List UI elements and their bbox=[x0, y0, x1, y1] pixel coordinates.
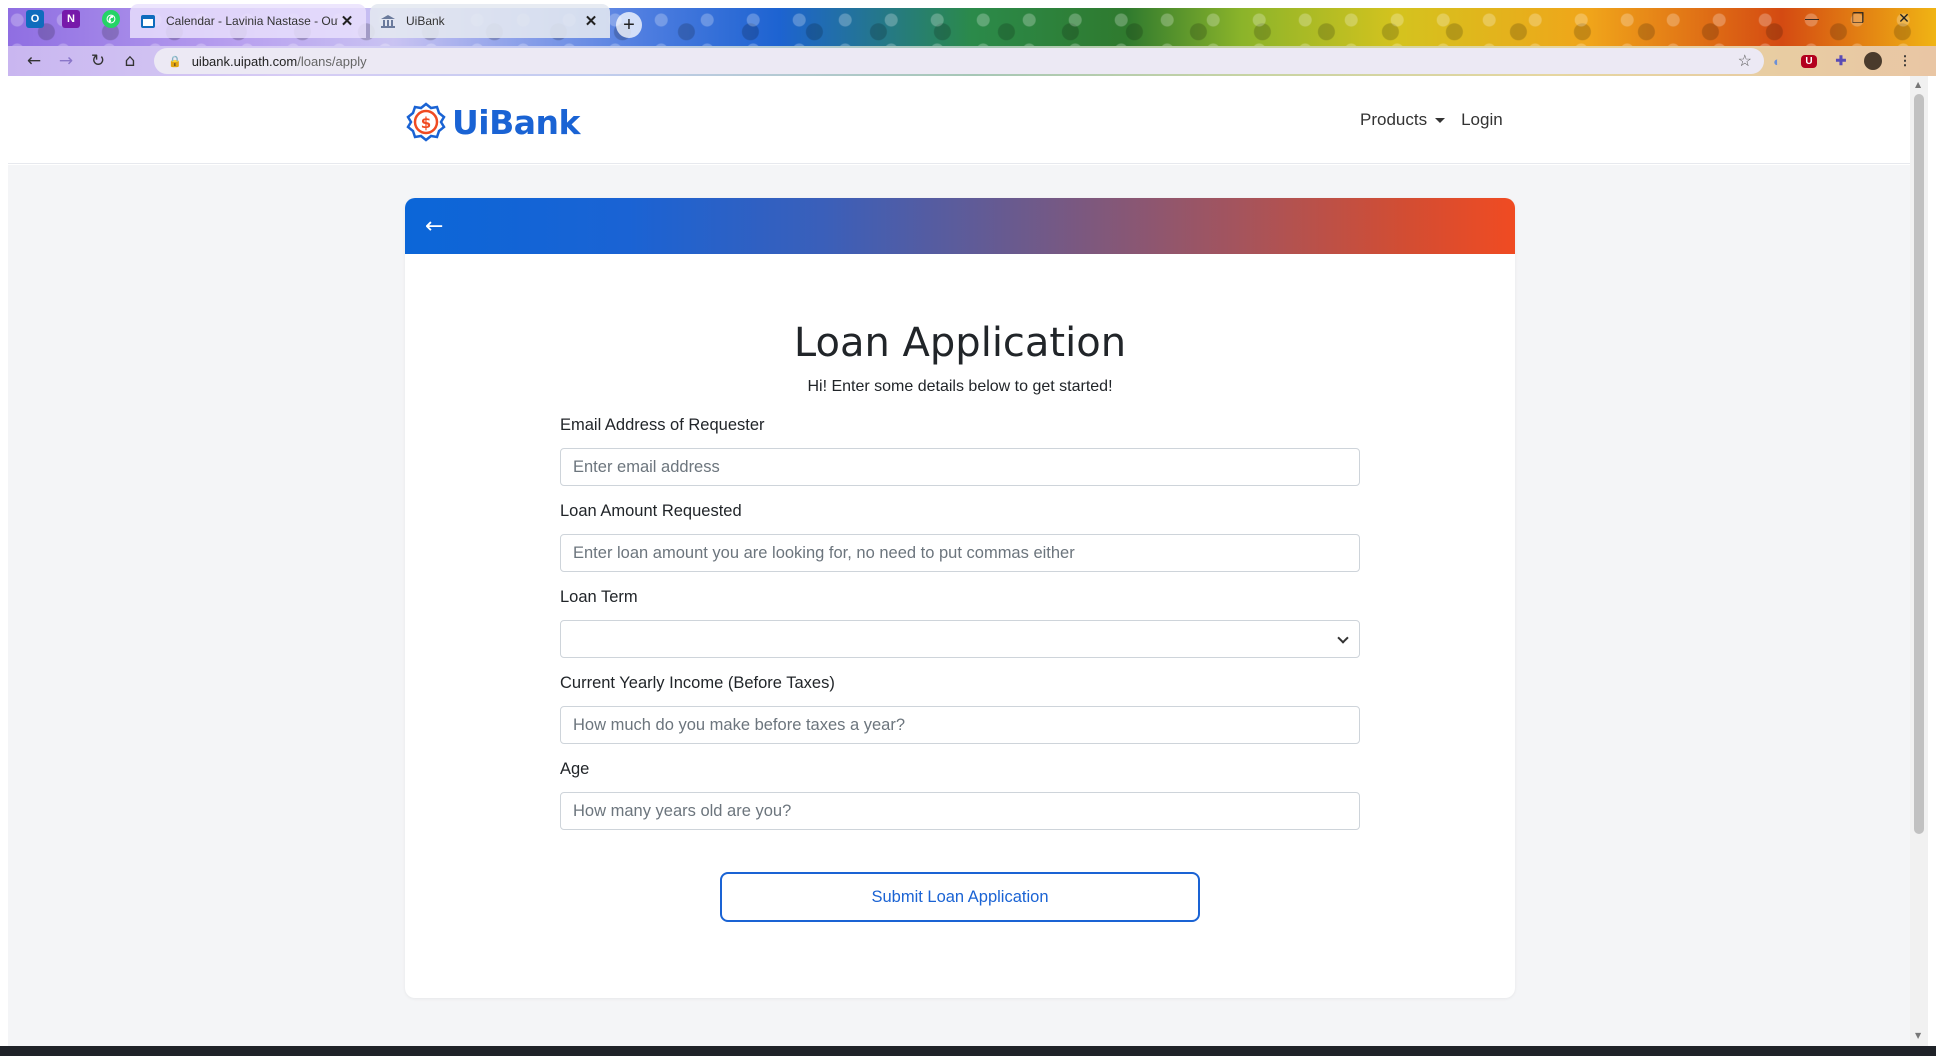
back-icon[interactable]: ← bbox=[18, 51, 50, 71]
nav-links: Products Login bbox=[1360, 110, 1503, 130]
calendar-icon bbox=[141, 15, 155, 28]
svg-text:$: $ bbox=[421, 114, 431, 132]
avatar[interactable] bbox=[1862, 50, 1884, 72]
pinned-tab-onenote[interactable]: N bbox=[58, 6, 84, 32]
url-path: /loans/apply bbox=[297, 53, 367, 69]
loan-application-card: ← Loan Application Hi! Enter some detail… bbox=[405, 198, 1515, 998]
address-bar[interactable]: 🔒 uibank.uipath.com/loans/apply ☆ bbox=[154, 48, 1764, 74]
outlook-icon: O bbox=[26, 10, 44, 28]
extension-icon[interactable]: ◐ bbox=[1766, 50, 1788, 72]
minimize-button[interactable]: — bbox=[1792, 10, 1832, 26]
age-field[interactable] bbox=[560, 792, 1360, 830]
brand-logo[interactable]: $ UiBank bbox=[406, 102, 580, 142]
age-label: Age bbox=[560, 760, 590, 778]
scrollbar-thumb[interactable] bbox=[1914, 94, 1924, 834]
puzzle-icon[interactable]: ✚ bbox=[1830, 50, 1852, 72]
new-tab-button[interactable]: + bbox=[616, 12, 642, 38]
bank-icon bbox=[381, 15, 395, 28]
tab-title: UiBank bbox=[406, 14, 445, 28]
browser-toolbar: ← → ↻ ⌂ 🔒 uibank.uipath.com/loans/apply … bbox=[8, 46, 1936, 76]
page-title: Loan Application bbox=[793, 320, 1127, 366]
nav-products[interactable]: Products bbox=[1360, 110, 1446, 130]
scroll-up-icon[interactable]: ▲ bbox=[1915, 80, 1921, 89]
income-field[interactable] bbox=[560, 706, 1360, 744]
submit-loan-button[interactable]: Submit Loan Application bbox=[720, 872, 1200, 922]
products-label: Products bbox=[1360, 110, 1428, 129]
email-label: Email Address of Requester bbox=[560, 416, 765, 434]
onenote-icon: N bbox=[62, 10, 80, 28]
app-navbar: $ UiBank Products Login bbox=[8, 76, 1910, 164]
dollar-badge-icon: $ bbox=[406, 102, 446, 142]
reload-icon[interactable]: ↻ bbox=[82, 51, 114, 71]
tab-calendar[interactable]: Calendar - Lavinia Nastase - Outl ✕ bbox=[130, 4, 366, 38]
email-field[interactable] bbox=[560, 448, 1360, 486]
page-scrollbar[interactable]: ▲ ▼ bbox=[1910, 76, 1928, 1046]
loan-term-label: Loan Term bbox=[560, 588, 638, 606]
caret-down-icon bbox=[1435, 118, 1446, 124]
scroll-down-icon[interactable]: ▼ bbox=[1915, 1031, 1921, 1040]
home-icon[interactable]: ⌂ bbox=[114, 51, 146, 71]
income-label: Current Yearly Income (Before Taxes) bbox=[560, 674, 835, 692]
card-header: ← bbox=[405, 198, 1515, 254]
url-host: uibank.uipath.com bbox=[191, 53, 298, 69]
loan-term-select[interactable] bbox=[560, 620, 1360, 658]
menu-kebab-icon[interactable]: ⋮ bbox=[1894, 50, 1916, 72]
tab-uibank[interactable]: UiBank ✕ bbox=[370, 4, 610, 38]
pinned-tab-whatsapp[interactable]: ✆ bbox=[98, 6, 124, 32]
chevron-down-icon bbox=[1337, 632, 1349, 644]
nav-login[interactable]: Login bbox=[1461, 110, 1503, 130]
ublock-icon[interactable]: U bbox=[1801, 54, 1817, 68]
page-subtitle: Hi! Enter some details below to get star… bbox=[807, 378, 1113, 395]
loan-amount-field[interactable] bbox=[560, 534, 1360, 572]
restore-button[interactable]: ❐ bbox=[1838, 10, 1878, 27]
whatsapp-icon: ✆ bbox=[102, 10, 120, 28]
close-icon[interactable]: ✕ bbox=[338, 12, 356, 30]
tab-title: Calendar - Lavinia Nastase - Outl bbox=[166, 14, 338, 28]
os-taskbar bbox=[0, 1046, 1936, 1056]
browser-window: O N ✆ Calendar - Lavinia Nastase - Outl … bbox=[0, 0, 1936, 1056]
pinned-tab-outlook[interactable]: O bbox=[22, 6, 48, 32]
page-content: ← Loan Application Hi! Enter some detail… bbox=[8, 165, 1910, 1046]
brand-name: UiBank bbox=[452, 102, 580, 142]
close-icon[interactable]: ✕ bbox=[582, 12, 600, 30]
bookmark-star-icon[interactable]: ☆ bbox=[1738, 51, 1752, 71]
loan-amount-label: Loan Amount Requested bbox=[560, 502, 742, 520]
lock-icon: 🔒 bbox=[168, 55, 182, 68]
back-arrow-icon[interactable]: ← bbox=[425, 214, 443, 239]
window-close-button[interactable]: ✕ bbox=[1884, 10, 1924, 27]
forward-icon[interactable]: → bbox=[50, 51, 82, 71]
